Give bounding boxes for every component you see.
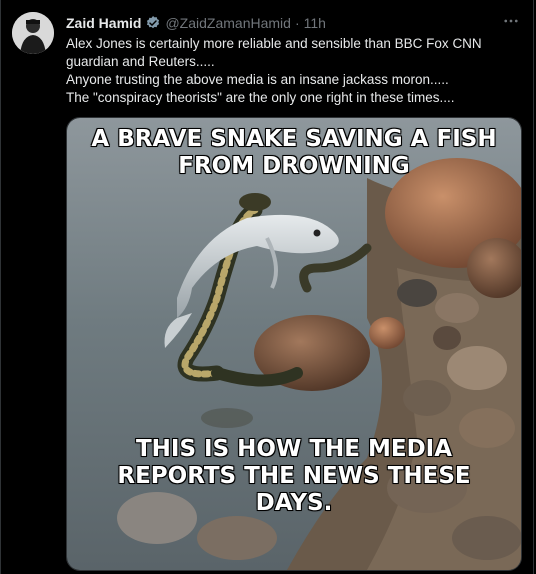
caption-line: THIS IS HOW THE MEDIA — [135, 435, 453, 462]
tweet-text-line: Alex Jones is certainly more reliable an… — [66, 36, 482, 51]
caption-line: DAYS. — [255, 489, 333, 516]
caption-line: REPORTS THE NEWS THESE — [117, 462, 472, 489]
tweet-media-image[interactable]: A BRAVE SNAKE SAVING A FISH FROM DROWNIN… — [66, 117, 522, 571]
avatar[interactable] — [12, 12, 54, 54]
caption-line: A BRAVE SNAKE SAVING A FISH — [91, 125, 498, 152]
tweet-text-line: The "conspiracy theorists" are the only … — [66, 90, 455, 105]
author-handle[interactable]: @ZaidZamanHamid — [165, 15, 290, 31]
ellipsis-icon[interactable] — [500, 12, 522, 30]
separator-dot: · — [294, 15, 300, 31]
tweet-text-line: guardian and Reuters..... — [66, 54, 215, 69]
tweet-text-line: Anyone trusting the above media is an in… — [66, 72, 449, 87]
tweet-text: Alex Jones is certainly more reliable an… — [66, 35, 506, 107]
caption-line: FROM DROWNING — [178, 152, 411, 179]
timeline-left-border — [0, 0, 1, 574]
tweet-header: Zaid Hamid @ZaidZamanHamid · 11h — [66, 14, 326, 32]
tweet-timestamp[interactable]: 11h — [304, 15, 326, 31]
verified-badge-icon — [145, 15, 161, 31]
avatar-image — [12, 12, 54, 54]
meme-top-caption: A BRAVE SNAKE SAVING A FISH FROM DROWNIN… — [67, 125, 521, 180]
meme-bottom-caption: THIS IS HOW THE MEDIA REPORTS THE NEWS T… — [67, 435, 521, 517]
author-name[interactable]: Zaid Hamid — [66, 15, 141, 31]
timeline-right-border — [533, 0, 534, 574]
